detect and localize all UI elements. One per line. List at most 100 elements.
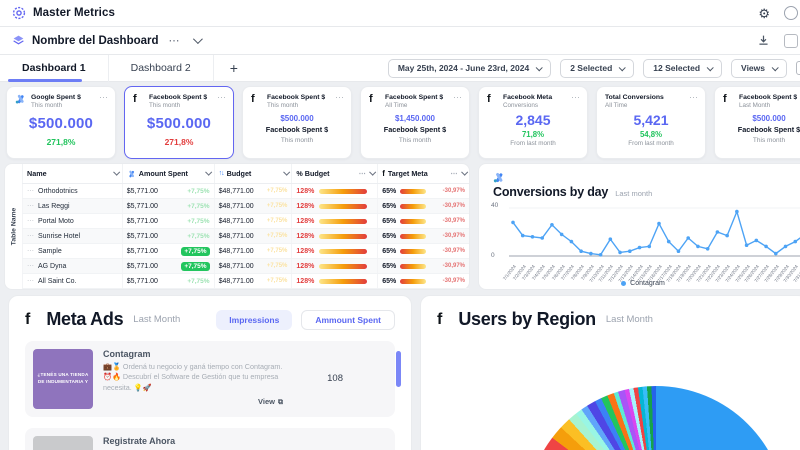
tab-dashboard-1[interactable]: Dashboard 1 [0,55,109,82]
ad-view-link[interactable]: View⧉ [103,397,283,407]
column-pct-budget[interactable]: % Budget [291,164,377,183]
chevron-down-icon [283,169,289,175]
row-menu-icon[interactable] [27,232,34,240]
date-range-dropdown[interactable]: May 25th, 2024 - June 23rd, 2024 [388,59,551,78]
edge-icon-cutoff[interactable] [796,61,800,75]
row-menu-icon[interactable] [27,202,34,210]
data-point[interactable] [735,210,739,214]
card-menu-icon[interactable] [217,92,226,103]
data-point[interactable] [725,234,729,238]
data-point[interactable] [755,239,759,243]
card-menu-icon[interactable] [99,92,108,103]
accounts-dropdown[interactable]: 2 Selected [560,59,634,78]
row-name: Sunrise Hotel [38,233,80,240]
amount-value: $5,771.00 [127,203,158,210]
kpi-card-facebook-spent-alltime[interactable]: f Facebook Spent $All Time $1,450.000 Fa… [360,86,470,159]
profile-icon-cutoff[interactable] [784,6,798,20]
table-row[interactable]: AG Dyna $5,771.00+7,75% $48,771.00+7,75%… [22,259,469,274]
kpi-card-google-spent[interactable]: Google Spent $This month $500.000 271,8% [6,86,116,159]
chevron-down-icon [461,169,467,175]
data-point[interactable] [784,245,788,249]
ad-list-item[interactable]: ¿TENÉS UNA TIENDADE INDUMENTARIA Y Conta… [25,341,395,417]
column-amount-spent[interactable]: Amount Spent [122,164,214,183]
data-point[interactable] [774,252,778,256]
data-point[interactable] [560,233,564,237]
app-logo-icon [12,6,26,20]
data-point[interactable] [589,252,593,256]
table-row[interactable]: Sample $5,771.00+7,75% $48,771.00+7,75% … [22,244,469,259]
card-menu-icon[interactable] [335,92,344,103]
kpi-card-facebook-spent-lastmonth[interactable]: f Facebook Spent $Last Month $500.000 Fa… [714,86,800,159]
card-menu-icon[interactable] [689,92,698,103]
data-point[interactable] [686,236,690,240]
row-menu-icon[interactable] [27,187,34,195]
data-point[interactable] [540,236,544,240]
row-menu-icon[interactable] [27,217,34,225]
column-budget[interactable]: ↑↓Budget [214,164,292,183]
card-menu-icon[interactable] [571,92,580,103]
kpi-card-total-conversions[interactable]: Total ConversionsAll Time 5,421 54,8% Fr… [596,86,706,159]
chevron-down-icon [114,169,120,175]
data-point[interactable] [696,245,700,249]
card-sublabel: This month [369,136,461,146]
data-point[interactable] [521,234,525,238]
data-point[interactable] [745,243,749,247]
kpi-card-facebook-spent-selected[interactable]: f Facebook Spent $This month $500.000 27… [124,86,234,159]
budget-value: $48,771.00 [219,233,254,240]
data-point[interactable] [638,246,642,250]
kpi-card-facebook-meta-conversions[interactable]: f Facebook MetaConversions 2,845 71,8% F… [478,86,588,159]
data-point[interactable] [511,221,515,225]
kpi-card-facebook-spent-month[interactable]: f Facebook Spent $This month $500.000 Fa… [242,86,352,159]
data-point[interactable] [628,249,632,253]
impressions-button[interactable]: Impressions [216,310,292,330]
column-target-meta[interactable]: fTarget Meta [377,164,469,183]
row-menu-icon[interactable] [27,277,34,285]
users-by-region-pie-chart[interactable] [526,386,786,450]
data-point[interactable] [579,249,583,253]
chart-legend[interactable]: Contagram [479,280,800,287]
facebook-icon: f [487,94,498,105]
amount-spent-button[interactable]: Ammount Spent [301,310,395,330]
data-point[interactable] [618,251,622,255]
column-name[interactable]: Name [22,164,122,183]
pct-budget-value: 128% [296,263,314,270]
table-row[interactable]: Orthodotnics $5,771.00+7,75% $48,771.00+… [22,184,469,199]
ad-list-item[interactable]: AUTOMATIZÁ TUS TIENDASADMINISTRATIVAS Re… [25,428,395,450]
table-row[interactable]: Sunrise Hotel $5,771.00+7,75% $48,771.00… [22,229,469,244]
export-icon[interactable] [757,34,770,47]
edge-icon-cutoff[interactable] [784,34,798,48]
table-row[interactable]: All Saint Co. $5,771.00+7,75% $48,771.00… [22,274,469,289]
data-point[interactable] [570,240,574,244]
conversions-line-chart[interactable] [509,206,800,262]
table-row[interactable]: Las Reggi $5,771.00+7,75% $48,771.00+7,7… [22,199,469,214]
dashboard-chevron-icon[interactable] [192,34,202,44]
data-point[interactable] [599,253,603,257]
data-point[interactable] [716,230,720,234]
ads-scrollbar[interactable] [396,351,401,387]
data-point[interactable] [677,249,681,253]
card-menu-icon[interactable] [453,92,462,103]
data-point[interactable] [609,237,613,241]
metrics-dropdown[interactable]: 12 Selected [643,59,722,78]
data-point[interactable] [531,235,535,239]
data-point[interactable] [667,240,671,244]
target-bar [400,189,426,194]
data-point[interactable] [647,245,651,249]
settings-gear-icon[interactable]: ⚙ [758,7,770,20]
data-point[interactable] [550,223,554,227]
target-change: -30,97% [443,263,465,269]
tab-dashboard-2[interactable]: Dashboard 2 [109,55,214,82]
data-point[interactable] [764,245,768,249]
row-menu-icon[interactable] [27,247,34,255]
row-menu-icon[interactable] [27,262,34,270]
views-dropdown[interactable]: Views [731,59,787,78]
data-point[interactable] [793,240,797,244]
dashboard-menu-icon[interactable] [169,34,181,47]
column-menu-icon[interactable] [451,170,458,178]
data-point[interactable] [657,222,661,226]
add-tab-button[interactable]: + [214,60,254,76]
card-value: 2,845 [487,112,579,128]
data-point[interactable] [706,247,710,251]
column-menu-icon[interactable] [359,170,366,178]
table-row[interactable]: Portal Moto $5,771.00+7,75% $48,771.00+7… [22,214,469,229]
